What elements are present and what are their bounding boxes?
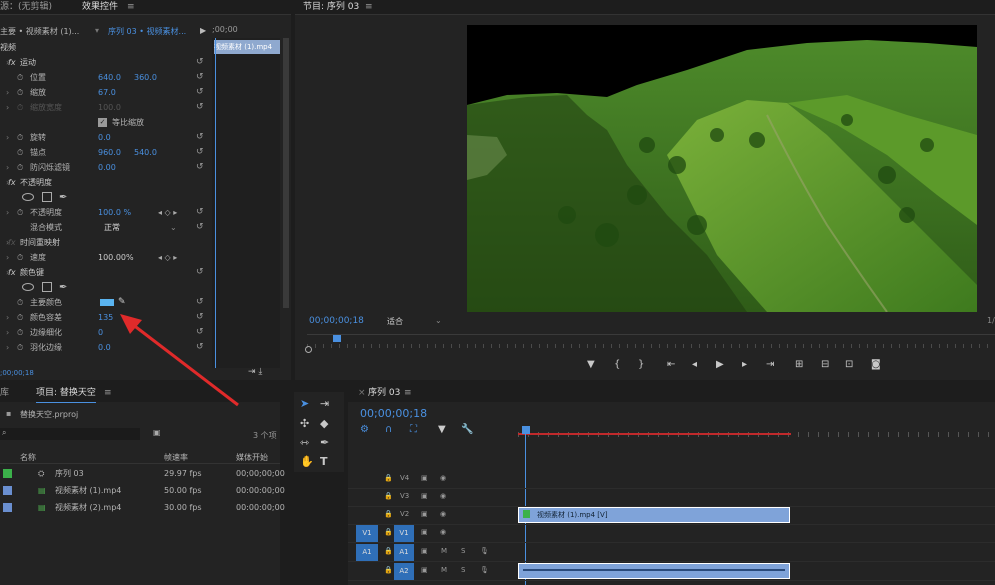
annotation-arrow [120,314,239,407]
